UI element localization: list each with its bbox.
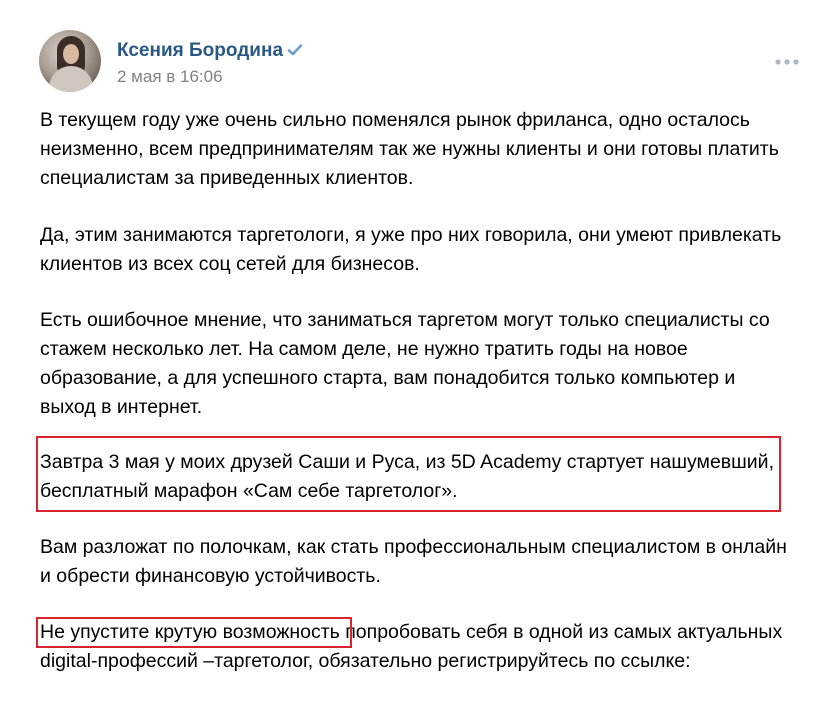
text-line: и обрести финансовую устойчивость. — [40, 565, 381, 587]
author-name-link[interactable]: Ксения Бородина — [117, 40, 283, 62]
text-line: Есть ошибочное мнение, что заниматься та… — [40, 309, 770, 331]
text-line: Вам разложат по полочкам, как стать проф… — [40, 536, 787, 558]
text-line: специалистам за приведенных клиентов. — [40, 167, 414, 189]
text-line: клиентов из всех соц сетей для бизнесов. — [40, 253, 420, 275]
avatar[interactable] — [39, 30, 101, 92]
post-header: Ксения Бородина 2 мая в 16:06 — [39, 30, 809, 94]
verified-checkmark-icon — [287, 44, 303, 56]
avatar-dress — [49, 66, 93, 92]
text-line: образование, а для успешного старта, вам… — [40, 367, 736, 389]
avatar-face — [63, 44, 79, 64]
text-line: стажем несколько лет. На самом деле, не … — [40, 338, 688, 360]
text-line: digital-профессий –таргетолог, обязатель… — [40, 650, 691, 672]
text-line: неизменно, всем предпринимателям так же … — [40, 138, 779, 160]
highlight-box-opportunity — [36, 617, 352, 648]
text-line: В текущем году уже очень сильно поменялс… — [40, 109, 750, 131]
post-date-link[interactable]: 2 мая в 16:06 — [117, 67, 223, 87]
post-paragraph-3: Есть ошибочное мнение, что заниматься та… — [40, 306, 770, 422]
highlight-box-marathon — [36, 436, 781, 512]
post-paragraph-1: В текущем году уже очень сильно поменялс… — [40, 106, 779, 193]
post-paragraph-5: Вам разложат по полочкам, как стать проф… — [40, 533, 787, 591]
post-paragraph-2: Да, этим занимаются таргетологи, я уже п… — [40, 221, 781, 279]
text-line: Да, этим занимаются таргетологи, я уже п… — [40, 224, 782, 246]
more-dots-icon[interactable] — [774, 54, 800, 70]
text-line: выход в интернет. — [40, 396, 203, 418]
